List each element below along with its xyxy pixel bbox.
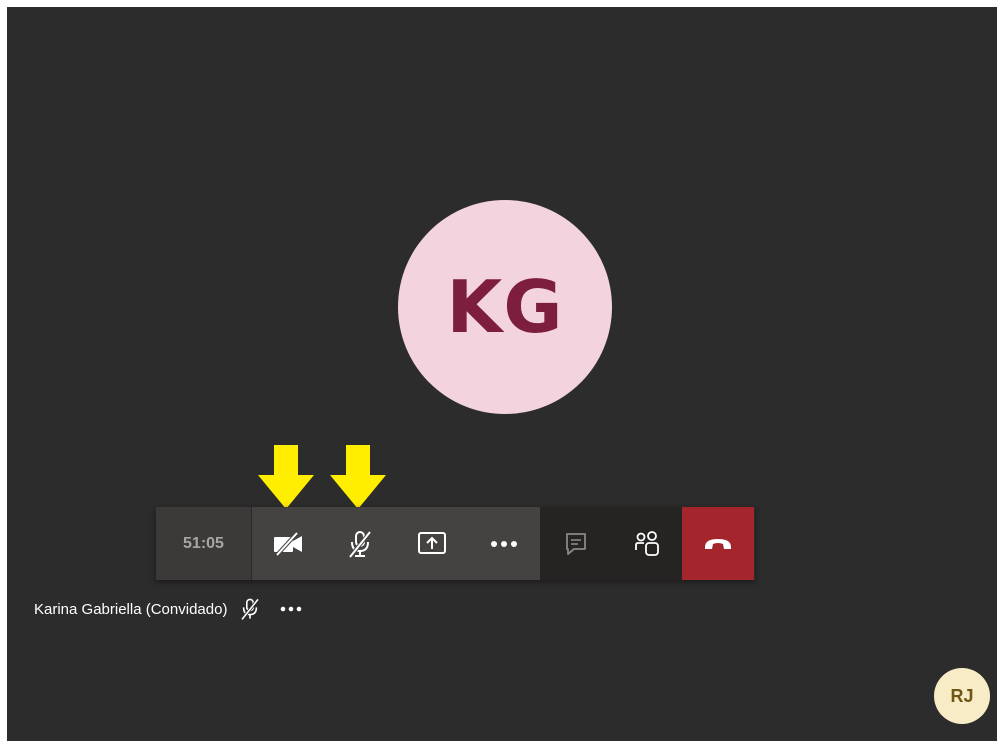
annotation-arrow-icon xyxy=(330,445,386,509)
mic-off-icon xyxy=(241,598,260,621)
call-timer: 51:05 xyxy=(156,507,252,580)
camera-button[interactable] xyxy=(252,507,324,580)
secondary-controls xyxy=(540,507,682,580)
media-controls xyxy=(252,507,540,580)
chat-icon xyxy=(565,532,586,555)
share-screen-icon xyxy=(418,531,446,554)
self-avatar[interactable]: RJ xyxy=(934,668,990,724)
hang-up-button[interactable] xyxy=(682,507,754,580)
participant-initials: KG xyxy=(446,265,564,349)
participant-name: Karina Gabriella (Convidado) xyxy=(34,600,228,618)
call-toolbar: 51:05 xyxy=(156,507,755,580)
mic-off-icon xyxy=(348,530,372,558)
participant-caption: Karina Gabriella (Convidado) xyxy=(34,597,303,621)
share-screen-button[interactable] xyxy=(396,507,468,580)
annotation-arrow-icon xyxy=(258,445,314,509)
participant-more-icon[interactable] xyxy=(279,605,303,613)
more-actions-button[interactable] xyxy=(468,507,540,580)
people-icon xyxy=(634,530,659,556)
microphone-button[interactable] xyxy=(324,507,396,580)
video-off-icon xyxy=(274,531,302,556)
phone-hangup-icon xyxy=(705,538,731,549)
participant-avatar: KG xyxy=(398,200,612,414)
self-initials: RJ xyxy=(950,685,974,706)
chat-button[interactable] xyxy=(540,507,611,580)
ellipsis-icon xyxy=(491,540,517,547)
call-stage: KG 51:05 Karina Gabriella (Convidado) RJ xyxy=(7,7,997,741)
participants-button[interactable] xyxy=(611,507,682,580)
